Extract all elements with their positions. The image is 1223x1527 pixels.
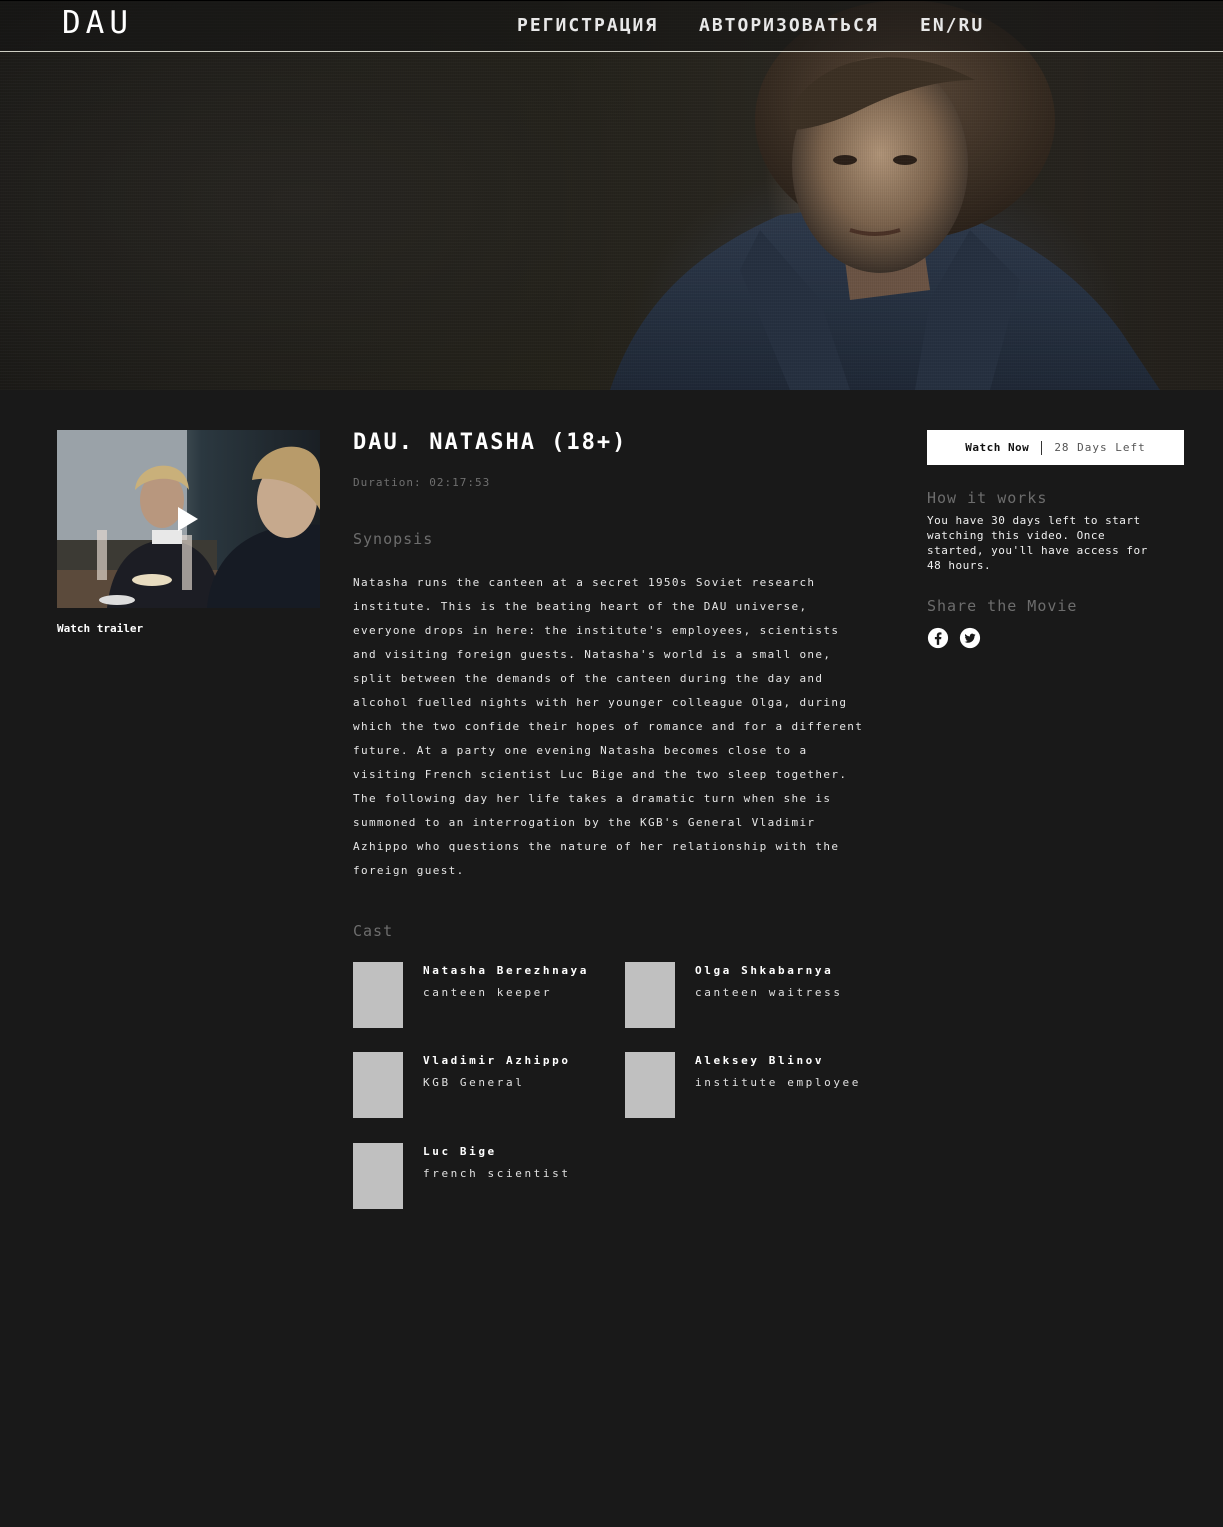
nav-register-link[interactable]: РЕГИСТРАЦИЯ [517, 15, 658, 36]
share-heading: Share the Movie [927, 597, 1078, 615]
cast-role: canteen keeper [423, 986, 553, 999]
cast-name: Olga Shkabarnya [695, 964, 834, 977]
top-navigation-bar: DAU РЕГИСТРАЦИЯ АВТОРИЗОВАТЬСЯ EN/RU [0, 0, 1223, 52]
cast-member-card[interactable]: Natasha Berezhnaya canteen keeper [353, 962, 613, 1028]
nav-login-link[interactable]: АВТОРИЗОВАТЬСЯ [699, 15, 879, 36]
cast-role: canteen waitress [695, 986, 843, 999]
how-it-works-heading: How it works [927, 489, 1048, 507]
facebook-icon[interactable] [927, 627, 949, 649]
cast-role: french scientist [423, 1167, 571, 1180]
cast-name: Natasha Berezhnaya [423, 964, 590, 977]
movie-title: DAU. NATASHA (18+) [353, 430, 628, 455]
cast-photo [625, 962, 675, 1028]
cast-name: Vladimir Azhippo [423, 1054, 571, 1067]
play-icon[interactable] [178, 507, 198, 531]
synopsis-heading: Synopsis [353, 530, 434, 548]
hero-banner [0, 0, 1223, 390]
cast-role: KGB General [423, 1076, 525, 1089]
synopsis-text: Natasha runs the canteen at a secret 195… [353, 576, 864, 877]
cast-member-card[interactable]: Vladimir Azhippo KGB General [353, 1052, 613, 1118]
twitter-icon[interactable] [959, 627, 981, 649]
watch-trailer-link[interactable]: Watch trailer [57, 622, 143, 635]
cast-member-card[interactable]: Aleksey Blinov institute employee [625, 1052, 885, 1118]
cast-photo [353, 1052, 403, 1118]
how-it-works-text: You have 30 days left to start watching … [927, 514, 1148, 572]
movie-duration: Duration: 02:17:53 [353, 476, 491, 489]
cast-name: Aleksey Blinov [695, 1054, 825, 1067]
language-switcher[interactable]: EN/RU [920, 15, 984, 36]
cast-role: institute employee [695, 1076, 862, 1089]
days-left-label: 28 Days Left [1054, 441, 1146, 454]
watch-divider [1041, 440, 1043, 455]
cast-member-card[interactable]: Olga Shkabarnya canteen waitress [625, 962, 885, 1028]
watch-now-label: Watch Now [965, 441, 1030, 454]
cast-photo [353, 962, 403, 1028]
hero-grain-overlay [0, 0, 1223, 390]
site-logo[interactable]: DAU [62, 5, 133, 41]
cast-member-card[interactable]: Luc Bige french scientist [353, 1143, 613, 1209]
watch-now-button[interactable]: Watch Now 28 Days Left [927, 430, 1184, 465]
cast-photo [625, 1052, 675, 1118]
cast-photo [353, 1143, 403, 1209]
cast-name: Luc Bige [423, 1145, 497, 1158]
cast-heading: Cast [353, 922, 394, 940]
